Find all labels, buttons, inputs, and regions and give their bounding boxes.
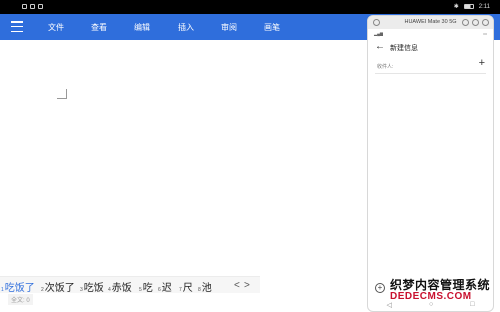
word-count: 全文: 0: [8, 294, 33, 305]
back-arrow-icon[interactable]: ←: [375, 41, 385, 53]
recipient-field[interactable]: 收件人:: [377, 63, 393, 70]
notification-icon: [30, 4, 35, 9]
status-icons-right: ✱ 2:11: [453, 3, 490, 11]
phone-header: ← 新建信息: [368, 40, 493, 56]
menu-insert[interactable]: 插入: [178, 22, 194, 33]
candidate-4[interactable]: 4赤饭: [108, 279, 132, 294]
minimize-icon[interactable]: [462, 19, 469, 26]
menu-file[interactable]: 文件: [48, 22, 64, 33]
maximize-icon[interactable]: [472, 19, 479, 26]
ime-candidate-bar: 1吃饭了 2次饭了 3吃饭 4赤饭 5吃 6迟 7尺 8池 < >: [0, 276, 260, 294]
bluetooth-icon: ✱: [453, 4, 459, 10]
candidate-next-icon[interactable]: >: [244, 280, 250, 291]
phone-status-bar: ▂▄▆ ▭: [368, 29, 493, 38]
battery-icon: [463, 4, 474, 9]
site-watermark: 织梦内容管理系统 DEDECMS.COM: [390, 276, 498, 306]
divider: [375, 73, 486, 74]
notification-icon: [38, 4, 43, 9]
hamburger-icon[interactable]: [11, 21, 23, 32]
phone-battery-icon: ▭: [483, 31, 487, 36]
add-attachment-icon[interactable]: +: [375, 283, 385, 293]
page-margin-corner: [57, 89, 67, 99]
phone-menu-icon[interactable]: [373, 19, 380, 26]
phone-signal-icon: ▂▄▆: [374, 31, 383, 36]
status-time: 2:11: [478, 3, 490, 10]
phone-window: HUAWEI Mate 30 5G ▂▄▆ ▭ ← 新建信息 收件人: + + …: [367, 15, 494, 312]
candidate-prev-icon[interactable]: <: [234, 280, 240, 291]
menu-edit[interactable]: 编辑: [134, 22, 150, 33]
tablet-status-bar: ✱ 2:11: [0, 0, 500, 14]
phone-window-title: HUAWEI Mate 30 5G: [404, 19, 457, 25]
candidate-3[interactable]: 3吃饭: [80, 279, 104, 294]
candidate-7[interactable]: 7尺: [179, 279, 193, 294]
plus-icon[interactable]: +: [479, 58, 485, 69]
phone-page-title: 新建信息: [390, 45, 418, 52]
candidate-1[interactable]: 1吃饭了: [1, 279, 35, 294]
close-icon[interactable]: [482, 19, 489, 26]
notification-icon: [22, 4, 27, 9]
watermark-text-en: DEDECMS.COM: [390, 291, 472, 302]
menu-review[interactable]: 审阅: [221, 22, 237, 33]
candidate-8[interactable]: 8池: [198, 279, 212, 294]
menu-view[interactable]: 查看: [91, 22, 107, 33]
status-icons-left: [22, 4, 43, 9]
candidate-2[interactable]: 2次饭了: [41, 279, 75, 294]
menu-pen[interactable]: 画笔: [264, 22, 280, 33]
candidate-6[interactable]: 6迟: [158, 279, 172, 294]
candidate-5[interactable]: 5吃: [139, 279, 153, 294]
